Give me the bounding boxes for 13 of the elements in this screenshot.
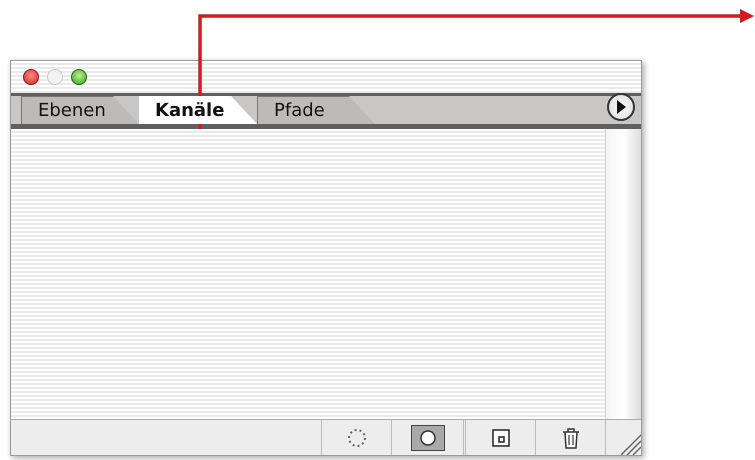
scrollbar[interactable] [605, 129, 641, 419]
trash-icon [560, 426, 580, 450]
panel-tab[interactable]: Kanäle [139, 96, 257, 124]
panel-tab[interactable]: Pfade [257, 96, 375, 124]
close-button[interactable] [23, 69, 39, 85]
circle-icon [418, 428, 436, 446]
resize-handle[interactable] [605, 420, 641, 455]
dotted-circle-icon [346, 428, 366, 448]
panel-menu-button[interactable] [607, 93, 635, 121]
zoom-button[interactable] [71, 69, 87, 85]
play-icon [616, 100, 626, 114]
new-page-icon [490, 428, 510, 448]
panel-tab[interactable]: Ebenen [21, 96, 139, 124]
